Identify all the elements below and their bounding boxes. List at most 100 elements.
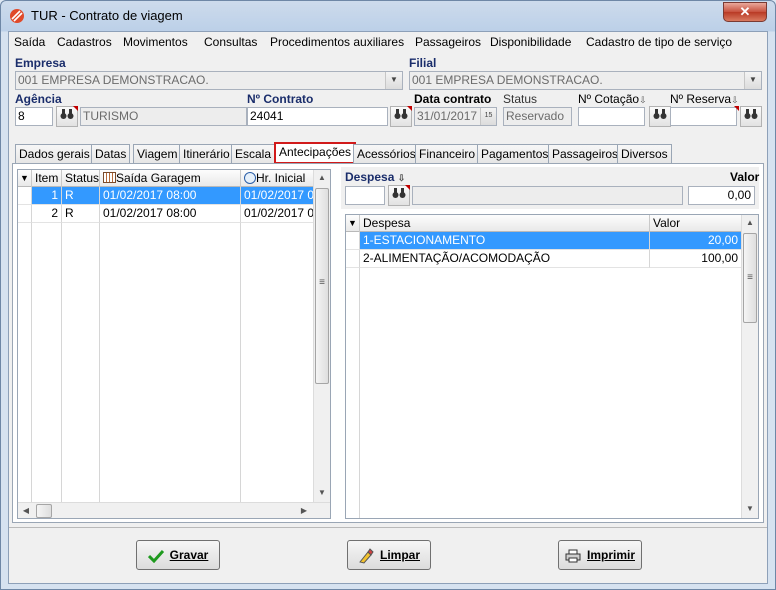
grip-icon: ≡ [747,272,753,283]
menu-consultas[interactable]: Consultas [204,35,257,49]
col-despesa[interactable]: Despesa [360,215,650,232]
filial-label: Filial [409,56,437,70]
reserva-input[interactable] [670,107,737,126]
table-row[interactable]: 1 R 01/02/2017 08:00 01/02/2017 08:00 [18,187,321,205]
agencia-name-field: TURISMO [80,107,247,126]
table-row[interactable]: 1-ESTACIONAMENTO 20,00 [346,232,742,250]
col-hr-inicial-header[interactable]: Hr. Inicial [241,170,321,187]
tab-acessorios[interactable]: Acessórios [353,144,420,164]
tab-itinerario[interactable]: Itinerário [179,144,234,164]
menu-bar: Saída Cadastros Movimentos Consultas Pro… [9,32,767,52]
close-window-button[interactable]: ✕ [723,2,767,22]
scroll-thumb[interactable] [36,504,52,518]
tab-financeiro[interactable]: Financeiro [415,144,480,164]
menu-passageiros[interactable]: Passageiros [415,35,481,49]
scroll-up-icon[interactable]: ▲ [742,215,758,231]
scroll-down-icon[interactable]: ▼ [314,485,330,501]
binoculars-icon [60,109,74,119]
data-contrato-label: Data contrato [414,92,492,106]
title-bar: TUR - Contrato de viagem ✕ [1,1,775,31]
despesa-label: Despesa [345,170,395,184]
despesas-grid-header: ▼ Despesa Valor [346,215,742,232]
items-grid: ▼ Item Status Saída Garagem Hr. Inicial … [17,169,331,519]
scroll-down-icon[interactable]: ▼ [742,501,758,517]
items-grid-header: ▼ Item Status Saída Garagem Hr. Inicial [18,170,321,187]
scroll-right-icon[interactable]: ▶ [296,503,312,518]
menu-cadastros[interactable]: Cadastros [57,35,112,49]
tab-viagem[interactable]: Viagem [133,144,182,164]
reserva-label: Nº Reserva⇩ [670,92,739,106]
tab-antecipacoes[interactable]: Antecipações [274,142,357,164]
grid-line [359,268,360,518]
table-row[interactable]: 2 R 01/02/2017 08:00 01/02/2017 08:00 [18,205,321,223]
imprimir-button[interactable]: Imprimir [558,540,642,570]
menu-saida[interactable]: Saída [14,35,45,49]
cell-item: 1 [32,187,62,205]
table-row[interactable]: 2-ALIMENTAÇÃO/ACOMODAÇÃO 100,00 [346,250,742,268]
cotacao-search-button[interactable] [649,106,671,127]
scroll-up-icon[interactable]: ▲ [314,170,330,186]
menu-procedimentos[interactable]: Procedimentos auxiliares [270,35,404,49]
tab-escala[interactable]: Escala [231,144,276,164]
valor-value: 0,00 [727,188,751,202]
menu-cadastro-tipo-servico[interactable]: Cadastro de tipo de serviço [586,35,732,49]
agencia-name-value: TURISMO [83,109,139,123]
data-contrato-field[interactable]: 31/01/2017 15 [414,107,497,126]
filial-value: 001 EMPRESA DEMONSTRACAO. [412,73,603,87]
contrato-input[interactable]: 24041 [247,107,388,126]
tab-dados-gerais[interactable]: Dados gerais [15,144,94,164]
required-marker [407,106,412,111]
gravar-label: Gravar [169,548,209,562]
despesa-desc-field [412,186,683,205]
col-valor[interactable]: Valor [650,215,742,232]
items-grid-vscrollbar[interactable]: ▲ ≡ ▼ [313,170,330,502]
cell-hr-inicial: 01/02/2017 08:00 [241,205,321,223]
column-menu-icon[interactable]: ▼ [346,215,360,232]
binoculars-icon [392,188,406,198]
col-item[interactable]: Item [32,170,62,187]
tab-pagamentos[interactable]: Pagamentos [477,144,553,164]
empresa-label: Empresa [15,56,66,70]
empresa-value: 001 EMPRESA DEMONSTRACAO. [18,73,209,87]
status-field: Reservado [503,107,572,126]
empresa-combo[interactable]: 001 EMPRESA DEMONSTRACAO. ▼ [15,71,403,90]
tab-diversos[interactable]: Diversos [617,144,672,164]
filial-combo[interactable]: 001 EMPRESA DEMONSTRACAO. ▼ [409,71,762,90]
col-saida-garagem-header[interactable]: Saída Garagem [100,170,241,187]
gravar-button[interactable]: Gravar [136,540,220,570]
sort-down-icon: ⇩ [639,95,647,105]
cell-despesa: 1-ESTACIONAMENTO [360,232,650,250]
grip-icon: ≡ [319,277,325,288]
chevron-down-icon[interactable]: ▼ [744,72,761,89]
agencia-label: Agência [15,92,62,106]
cotacao-input[interactable] [578,107,645,126]
menu-movimentos[interactable]: Movimentos [123,35,188,49]
binoculars-icon [744,109,758,119]
tab-passageiros[interactable]: Passageiros [548,144,623,164]
cell-saida-garagem: 01/02/2017 08:00 [100,187,241,205]
chevron-down-icon[interactable]: ▼ [385,72,402,89]
agencia-code-input[interactable]: 8 [15,107,53,126]
scroll-left-icon[interactable]: ◀ [18,503,34,518]
valor-input[interactable]: 0,00 [688,186,755,205]
footer-bar: Gravar Limpar Imprimir [9,527,767,583]
menu-disponibilidade[interactable]: Disponibilidade [490,35,571,49]
row-marker [18,205,32,223]
items-grid-hscrollbar[interactable]: ◀ ▶ [18,502,330,518]
tab-datas[interactable]: Datas [91,144,131,164]
cell-status: R [62,187,100,205]
reserva-search-button[interactable] [740,106,762,127]
column-menu-icon[interactable]: ▼ [18,170,32,187]
calendar-icon[interactable]: 15 [480,108,496,125]
calendar-grid-icon [103,172,116,183]
cell-valor: 100,00 [650,250,742,268]
limpar-button[interactable]: Limpar [347,540,431,570]
contrato-value: 24041 [250,109,284,123]
cell-despesa: 2-ALIMENTAÇÃO/ACOMODAÇÃO [360,250,650,268]
clock-icon [244,172,256,184]
col-status[interactable]: Status [62,170,100,187]
main-window: TUR - Contrato de viagem ✕ Saída Cadastr… [0,0,776,590]
data-contrato-value: 31/01/2017 [417,109,478,123]
despesas-grid-vscrollbar[interactable]: ▲ ≡ ▼ [741,215,758,518]
despesa-code-input[interactable] [345,186,385,205]
